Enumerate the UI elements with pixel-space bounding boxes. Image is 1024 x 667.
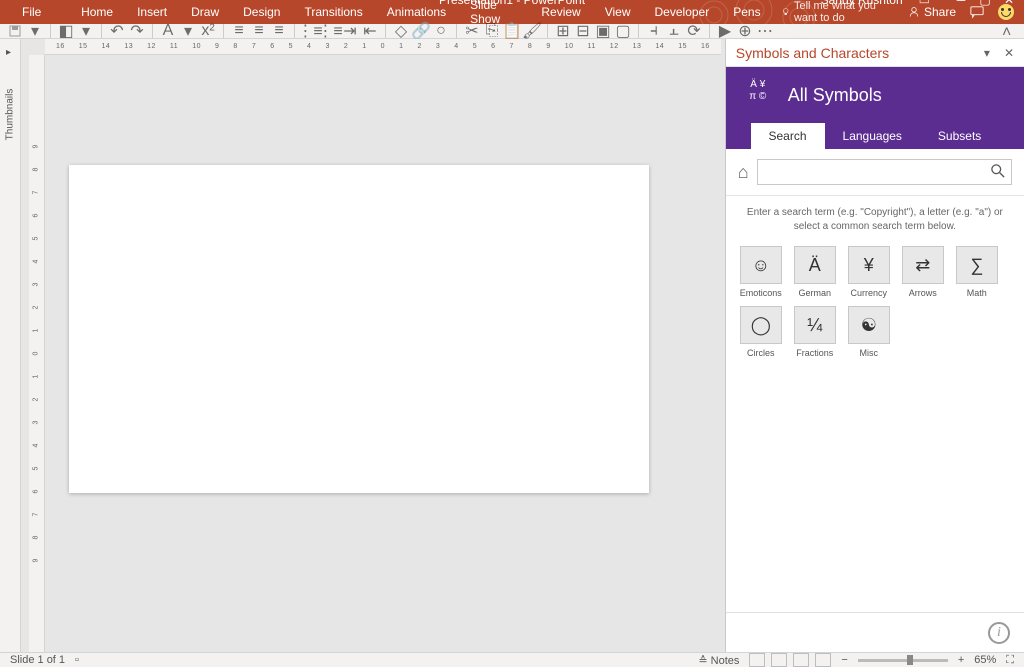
window-title: Presentation1 - PowerPoint bbox=[439, 0, 585, 7]
qat-icon[interactable]: ▾ bbox=[79, 24, 93, 38]
addin-icon[interactable]: ⊕ bbox=[738, 24, 752, 38]
indent-icon[interactable]: ⇥ bbox=[343, 24, 357, 38]
comments-icon[interactable] bbox=[970, 5, 984, 19]
symbol-search-box[interactable] bbox=[757, 159, 1012, 185]
distribute-icon[interactable]: ⫠ bbox=[667, 24, 681, 38]
category-label: Emoticons bbox=[740, 288, 782, 298]
category-fractions[interactable]: ¼ bbox=[794, 306, 836, 344]
tab-design[interactable]: Design bbox=[231, 1, 292, 23]
info-icon[interactable]: i bbox=[988, 622, 1010, 644]
rotate-icon[interactable]: ⟳ bbox=[687, 24, 701, 38]
category-label: German bbox=[799, 288, 832, 298]
tell-me-search[interactable]: Tell me what you want to do bbox=[773, 0, 908, 28]
feedback-smiley-icon[interactable] bbox=[998, 4, 1014, 20]
font-dropdown-icon[interactable]: ▾ bbox=[181, 24, 195, 38]
touch-mode-icon[interactable]: ◧ bbox=[59, 24, 73, 38]
align-center-icon[interactable]: ≡ bbox=[252, 24, 266, 38]
circle-icon[interactable]: ○ bbox=[434, 24, 448, 38]
symbols-hero-icon: Ä ¥π © bbox=[742, 79, 774, 111]
minimize-button[interactable]: ─ bbox=[954, 0, 968, 7]
zoom-slider[interactable] bbox=[858, 659, 948, 662]
tab-languages[interactable]: Languages bbox=[825, 123, 920, 149]
undo-icon[interactable]: ↶ bbox=[110, 24, 124, 38]
paste-icon[interactable]: 📋 bbox=[505, 24, 519, 38]
tab-home[interactable]: Home bbox=[69, 1, 125, 23]
align-objects-icon[interactable]: ⫞ bbox=[647, 24, 661, 38]
maximize-button[interactable]: ▢ bbox=[978, 0, 992, 7]
more-icon[interactable]: ⋯ bbox=[758, 24, 772, 38]
tab-view[interactable]: View bbox=[593, 1, 643, 23]
format-painter-icon[interactable]: 🖌 bbox=[525, 24, 539, 38]
send-backward-icon[interactable]: ▢ bbox=[616, 24, 630, 38]
file-tab[interactable]: File bbox=[10, 1, 53, 23]
slide-canvas[interactable] bbox=[69, 165, 649, 493]
category-label: Math bbox=[967, 288, 987, 298]
tab-draw[interactable]: Draw bbox=[179, 1, 231, 23]
tab-insert[interactable]: Insert bbox=[125, 1, 179, 23]
sorter-view-icon[interactable] bbox=[771, 653, 787, 667]
align-left-icon[interactable]: ≡ bbox=[232, 24, 246, 38]
taskpane-close-icon[interactable]: ✕ bbox=[1004, 46, 1014, 60]
tab-transitions[interactable]: Transitions bbox=[292, 1, 374, 23]
macro-icon[interactable]: ▶ bbox=[718, 24, 732, 38]
cut-icon[interactable]: ✂ bbox=[465, 24, 479, 38]
category-label: Misc bbox=[860, 348, 879, 358]
tab-subsets[interactable]: Subsets bbox=[920, 123, 999, 149]
search-hint: Enter a search term (e.g. "Copyright"), … bbox=[726, 196, 1024, 240]
outdent-icon[interactable]: ⇤ bbox=[363, 24, 377, 38]
taskpane-menu-icon[interactable]: ▾ bbox=[984, 46, 990, 60]
share-button[interactable]: Share bbox=[908, 5, 956, 19]
taskpane-hero-title: All Symbols bbox=[788, 85, 882, 106]
save-icon[interactable] bbox=[8, 24, 22, 38]
bullets-icon[interactable]: ⋮≡ bbox=[303, 24, 317, 38]
category-label: Fractions bbox=[796, 348, 833, 358]
redo-icon[interactable]: ↷ bbox=[130, 24, 144, 38]
collapse-ribbon-icon[interactable]: ˄ bbox=[1002, 24, 1016, 38]
numbering-icon[interactable]: ⋮≡ bbox=[323, 24, 337, 38]
main-area: ▸ Thumbnails 161514131211109876543210123… bbox=[0, 39, 1024, 652]
horizontal-ruler: 1615141312111098765432101234567891011121… bbox=[45, 39, 721, 55]
display-settings-icon[interactable]: ▭ bbox=[919, 0, 930, 7]
qat-dropdown-icon[interactable]: ▾ bbox=[28, 24, 42, 38]
link-icon[interactable]: 🔗 bbox=[414, 24, 428, 38]
taskpane-title: Symbols and Characters bbox=[736, 45, 889, 61]
group-icon[interactable]: ⊞ bbox=[556, 24, 570, 38]
fit-window-icon[interactable]: ⛶ bbox=[1006, 654, 1014, 667]
tab-search[interactable]: Search bbox=[751, 123, 825, 149]
search-icon[interactable] bbox=[991, 164, 1005, 181]
reading-view-icon[interactable] bbox=[793, 653, 809, 667]
symbol-search-input[interactable] bbox=[764, 165, 991, 179]
ungroup-icon[interactable]: ⊟ bbox=[576, 24, 590, 38]
align-right-icon[interactable]: ≡ bbox=[272, 24, 286, 38]
share-icon bbox=[908, 6, 920, 18]
status-bar: Slide 1 of 1 ▫ ≙ Notes − + 65% ⛶ bbox=[0, 652, 1024, 667]
category-arrows[interactable]: ⇄ bbox=[902, 246, 944, 284]
slideshow-view-icon[interactable] bbox=[815, 653, 831, 667]
home-icon[interactable]: ⌂ bbox=[738, 162, 749, 183]
thumbnail-pane-collapsed[interactable]: ▸ Thumbnails bbox=[0, 39, 21, 652]
normal-view-icon[interactable] bbox=[749, 653, 765, 667]
notes-button[interactable]: ≙ Notes bbox=[698, 654, 739, 667]
lightbulb-icon bbox=[781, 6, 790, 18]
slide-workspace: 1615141312111098765432101234567891011121… bbox=[21, 39, 725, 652]
copy-icon[interactable]: ⎘ bbox=[485, 24, 499, 38]
category-label: Circles bbox=[747, 348, 775, 358]
category-label: Currency bbox=[851, 288, 888, 298]
category-misc[interactable]: ☯ bbox=[848, 306, 890, 344]
symbols-task-pane: Symbols and Characters ▾ ✕ Ä ¥π © All Sy… bbox=[725, 39, 1024, 652]
superscript-icon[interactable]: x² bbox=[201, 24, 215, 38]
vertical-ruler: 9876543210123456789 bbox=[29, 55, 45, 652]
category-math[interactable]: ∑ bbox=[956, 246, 998, 284]
category-currency[interactable]: ¥ bbox=[848, 246, 890, 284]
category-grid: ☺ Emoticons Ä German ¥ Currency ⇄ Arrows ∑ Math ◯ C… bbox=[726, 240, 1024, 364]
thumbnails-label: Thumbnails bbox=[4, 89, 15, 141]
category-german[interactable]: Ä bbox=[794, 246, 836, 284]
category-label: Arrows bbox=[909, 288, 937, 298]
category-circles[interactable]: ◯ bbox=[740, 306, 782, 344]
bring-forward-icon[interactable]: ▣ bbox=[596, 24, 610, 38]
font-icon[interactable]: A bbox=[161, 24, 175, 38]
category-emoticons[interactable]: ☺ bbox=[740, 246, 782, 284]
expand-thumbnails-icon[interactable]: ▸ bbox=[6, 47, 11, 58]
shapes-icon[interactable]: ◇ bbox=[394, 24, 408, 38]
